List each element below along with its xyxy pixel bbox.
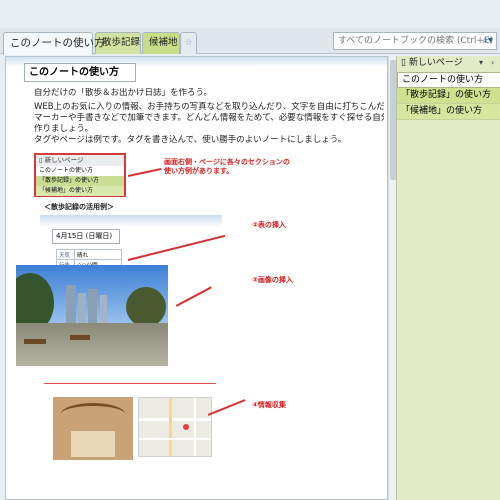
annotation-info: ④情報収集: [252, 401, 286, 409]
photo-building: [88, 289, 97, 325]
mini-page-item: このノートの使い方: [36, 166, 124, 176]
mini-new-page: ▯ 新しいページ: [36, 155, 124, 166]
search-icon[interactable]: ⌕▾: [482, 33, 493, 49]
park-photo: [16, 265, 168, 366]
map-road: [139, 418, 211, 421]
page-title[interactable]: このノートの使い方: [24, 63, 136, 82]
photo-tree: [126, 287, 166, 327]
new-section-tab[interactable]: ☆: [180, 32, 197, 54]
page-item-candidates[interactable]: 「候補地」の使い方: [397, 104, 500, 120]
page-item-how-to-use[interactable]: このノートの使い方: [397, 72, 500, 88]
page-scrollbar[interactable]: [388, 56, 396, 500]
map-road: [194, 398, 196, 456]
photo-link-caption: [16, 367, 168, 377]
intro-line-2: WEB上のお気に入りの情報、お手持ちの写真などを取り込んだり、文字を自由に打ちこ…: [34, 102, 384, 112]
page-canvas[interactable]: このノートの使い方 自分だけの「散歩＆お出かけ日誌」を作ろう。 WEB上のお気に…: [5, 56, 388, 500]
annotation-sections: 画面右側・ページに各々のセクションの使い方例があります。: [164, 158, 290, 175]
intro-line-1: 自分だけの「散歩＆お出かけ日誌」を作ろう。: [34, 88, 212, 98]
tab-candidates[interactable]: 候補地: [142, 32, 180, 54]
map-pin-icon: [183, 424, 189, 430]
divider-line: [44, 383, 216, 384]
table-cell: 晴れ: [74, 249, 122, 260]
table-cell: 天気: [56, 249, 75, 260]
photo-building: [100, 295, 107, 325]
chevron-down-icon[interactable]: ▾: [479, 56, 483, 70]
annotation-image: ③画像の挿入: [252, 276, 293, 284]
map-image: [138, 397, 212, 457]
collapse-panel-icon[interactable]: ›: [491, 56, 494, 70]
search-input[interactable]: すべてのノートブックの検索 (Ctrl+E) ⌕▾: [333, 32, 497, 50]
map-road: [139, 438, 211, 440]
photo-bench: [24, 339, 46, 344]
map-road: [169, 398, 172, 456]
page-item-walk-log[interactable]: 「散歩記録」の使い方: [397, 88, 500, 104]
annotation-table: ②表の挿入: [252, 221, 286, 229]
card-header-decoration: [40, 215, 222, 227]
photo-ground: [16, 323, 168, 366]
intro-line-3: マーカーや手書きなどで加筆できます。どんどん情報をためて、必要な情報をすぐ探せる…: [34, 113, 384, 123]
annotation-arrow: [127, 167, 162, 177]
new-page-button[interactable]: ▯ 新しいページ: [397, 56, 500, 70]
cafe-photo: [53, 397, 133, 460]
intro-line-5: タグやページは例です。タグを書き込んで、使い勝手のよいノートにしましょう。: [34, 135, 347, 145]
photo-building: [66, 285, 76, 325]
intro-line-4: 作りましょう。: [34, 124, 93, 134]
page-list-illustration: ▯ 新しいページ このノートの使い方 「散歩記録」の使い方 「候補地」の使い方: [34, 153, 126, 197]
tab-how-to-use[interactable]: このノートの使い方: [3, 32, 105, 55]
example-heading: ＜散歩記録の活用例＞: [44, 203, 114, 211]
mini-page-item: 「散歩記録」の使い方: [36, 176, 124, 186]
card-date: 4月15日 (日曜日): [52, 229, 120, 244]
search-placeholder: すべてのノートブックの検索 (Ctrl+E): [338, 36, 494, 46]
mini-page-item: 「候補地」の使い方: [36, 186, 124, 196]
photo-building: [78, 293, 86, 325]
table-row: 天気 晴れ: [56, 249, 122, 260]
page-list-panel: ▯ 新しいページ ▾ › このノートの使い方 「散歩記録」の使い方 「候補地」の…: [396, 56, 500, 500]
photo-window: [71, 431, 115, 457]
photo-roof: [61, 403, 125, 425]
onenote-window: このノートの使い方 散歩記録 候補地 ☆ すべてのノートブックの検索 (Ctrl…: [0, 0, 500, 500]
photo-bench: [70, 335, 90, 340]
